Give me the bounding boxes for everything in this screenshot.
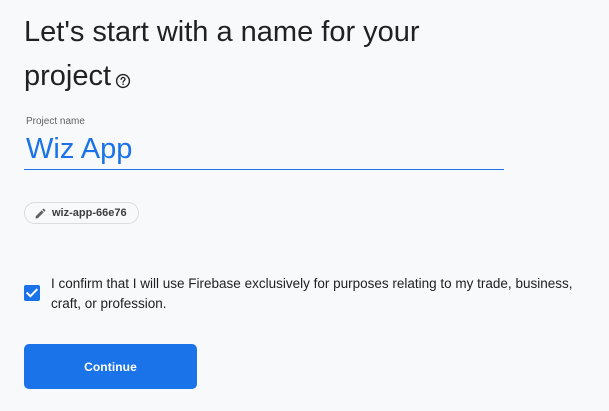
- pencil-icon: [34, 207, 47, 220]
- continue-button[interactable]: Continue: [24, 344, 197, 389]
- help-icon[interactable]: [115, 58, 131, 89]
- confirm-label: I confirm that I will use Firebase exclu…: [51, 276, 573, 311]
- project-name-label: Project name: [26, 116, 85, 127]
- confirm-checkbox[interactable]: [24, 285, 40, 301]
- page-title-text: Let's start with a name for your project: [24, 16, 420, 92]
- project-name-input[interactable]: [24, 130, 504, 170]
- checkmark-icon: [25, 288, 39, 298]
- project-id-chip[interactable]: wiz-app-66e76: [24, 202, 139, 224]
- project-id-text: wiz-app-66e76: [52, 207, 127, 219]
- create-project-page: Let's start with a name for your project…: [0, 0, 609, 411]
- page-title: Let's start with a name for your project: [24, 10, 444, 98]
